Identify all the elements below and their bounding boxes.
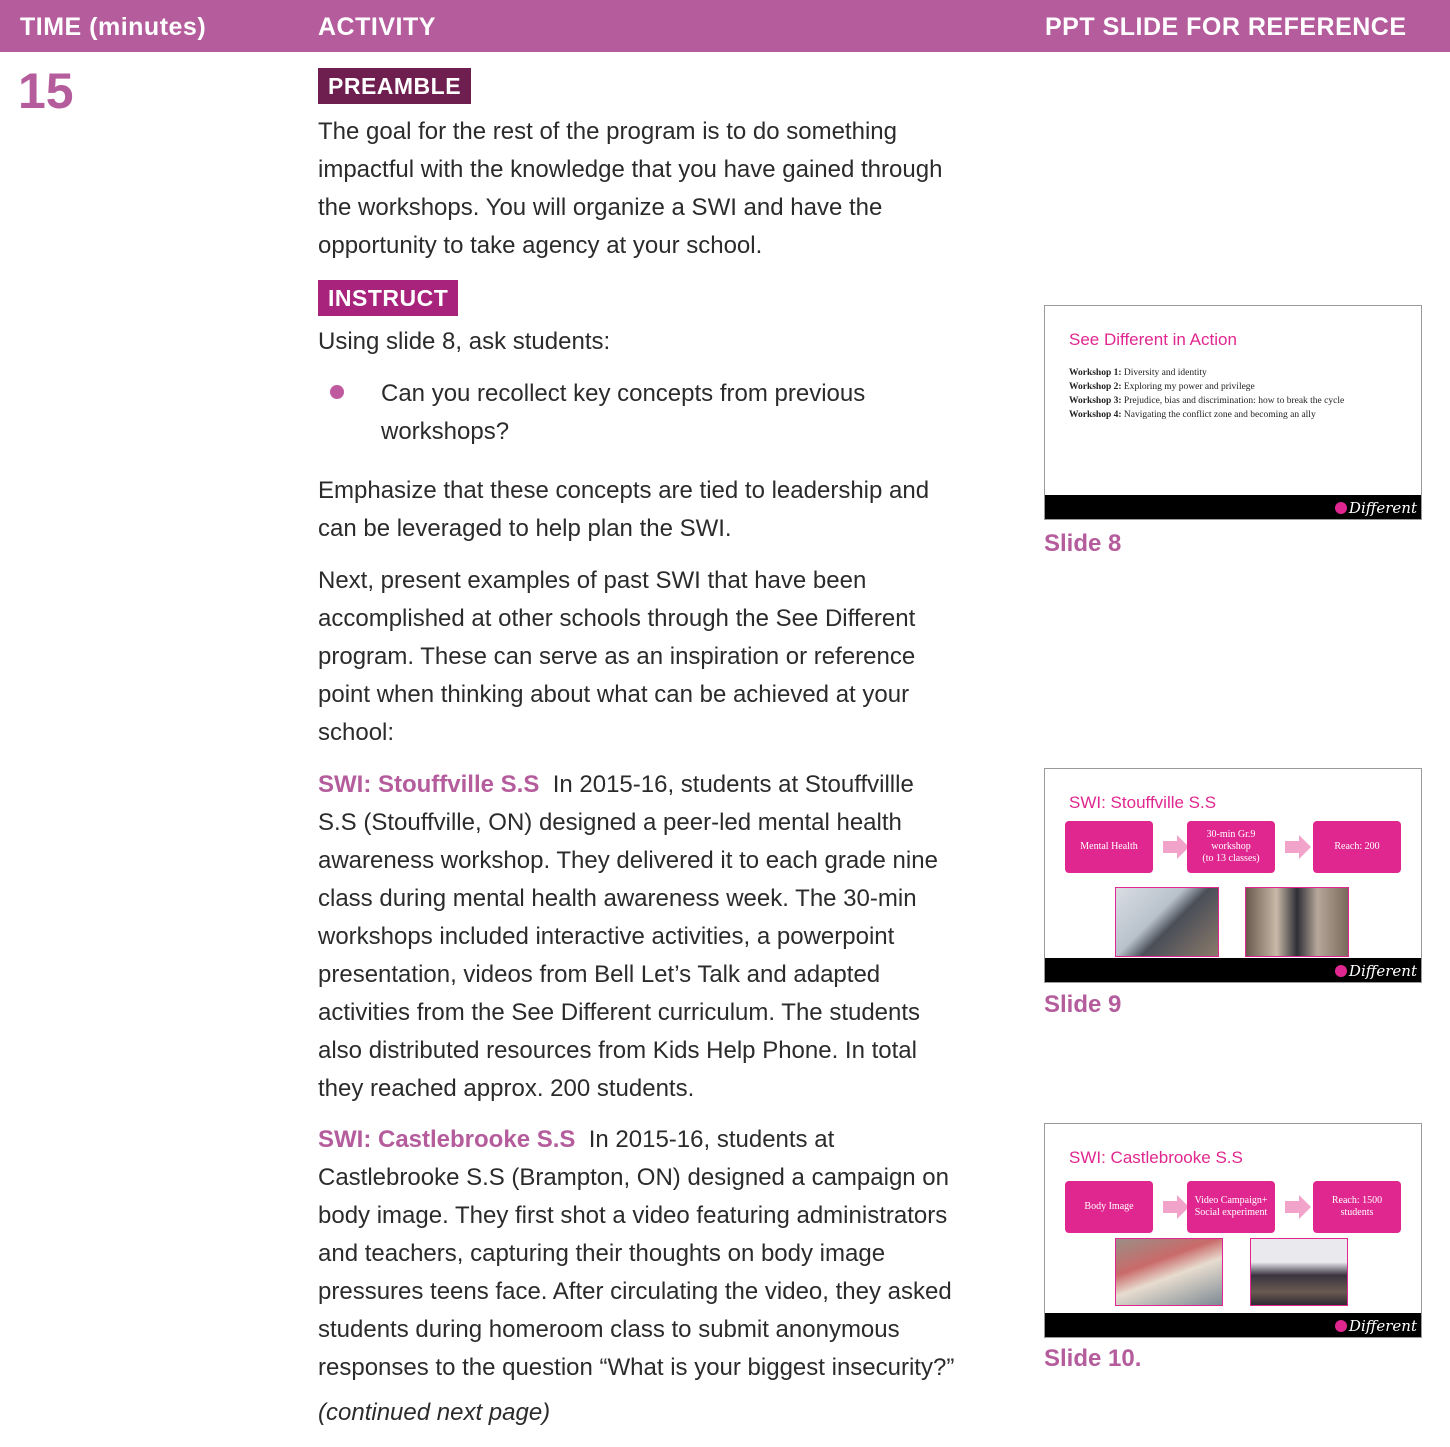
slide-9-title: SWI: Stouffville S.S [1069, 793, 1217, 812]
table-header: TIME (minutes) ACTIVITY PPT SLIDE FOR RE… [0, 0, 1450, 52]
see-different-logo: Different [1334, 962, 1417, 980]
swi-castlebrooke: SWI: Castlebrooke S.S In 2015-16, studen… [318, 1126, 955, 1381]
swi-stouffville-title: SWI: Stouffville S.S [318, 771, 540, 798]
slide-10-title: SWI: Castlebrooke S.S [1069, 1148, 1243, 1167]
slide-9-caption: Slide 9 [1044, 991, 1122, 1018]
flow-box-activity: 30-min Gr.9 workshop (to 13 classes) [1187, 821, 1275, 873]
slide-8-item: Workshop 3: Prejudice, bias and discrimi… [1069, 396, 1345, 406]
instruct-intro: Using slide 8, ask students: [318, 328, 611, 355]
swi-stouffville: SWI: Stouffville S.S In 2015-16, student… [318, 771, 938, 1102]
bullet-dot [330, 385, 344, 399]
slide-8-item: Workshop 1: Diversity and identity [1069, 368, 1207, 378]
group-photo [1250, 1238, 1348, 1306]
students-photo [1245, 887, 1349, 957]
bullet-text: Can you recollect key concepts from prev… [381, 380, 866, 445]
next-text: Next, present examples of past SWI that … [318, 567, 916, 746]
notes-photo [1115, 1238, 1223, 1306]
slide-8-item: Workshop 2: Exploring my power and privi… [1069, 382, 1255, 392]
flow-box-activity: Video Campaign+ Social experiment [1187, 1181, 1275, 1233]
arrow-head-icon [1299, 835, 1311, 859]
see-different-logo: Different [1334, 1317, 1417, 1335]
arrow-icon [1163, 841, 1177, 853]
slide-8-caption: Slide 8 [1044, 530, 1122, 557]
flow-box-reach: Reach: 1500 students [1313, 1181, 1401, 1233]
arrow-head-icon [1299, 1195, 1311, 1219]
slide-footer-bar: Different [1045, 958, 1421, 982]
arrow-icon [1285, 1201, 1299, 1213]
arrow-icon [1285, 841, 1299, 853]
preamble-label: PREAMBLE [318, 68, 472, 104]
header-activity: ACTIVITY [318, 13, 436, 41]
continued-note: (continued next page) [318, 1399, 551, 1426]
slide-10-caption: Slide 10. [1044, 1345, 1142, 1372]
instruct-label: INSTRUCT [318, 280, 459, 316]
arrow-icon [1163, 1201, 1177, 1213]
slide-8-item: Workshop 4: Navigating the conflict zone… [1069, 410, 1316, 420]
slide-footer-bar: Different [1045, 495, 1421, 519]
slide-8-title: See Different in Action [1069, 330, 1237, 349]
time-value: 15 [18, 63, 74, 119]
header-time: TIME (minutes) [20, 13, 207, 41]
slide-footer-bar: Different [1045, 1313, 1421, 1337]
flow-box-reach: Reach: 200 [1313, 821, 1401, 873]
flow-box-topic: Mental Health [1065, 821, 1153, 873]
preamble-text: The goal for the rest of the program is … [318, 118, 943, 259]
slide-8-thumbnail: See Different in Action Workshop 1: Dive… [1044, 305, 1422, 520]
swi-castlebrooke-title: SWI: Castlebrooke S.S [318, 1126, 576, 1153]
emphasize-text: Emphasize that these concepts are tied t… [318, 477, 930, 542]
flow-box-topic: Body Image [1065, 1181, 1153, 1233]
header-ppt: PPT SLIDE FOR REFERENCE [1045, 13, 1407, 41]
slide-10-thumbnail: SWI: Castlebrooke S.S Body Image Video C… [1044, 1123, 1422, 1338]
see-different-logo: Different [1334, 499, 1417, 517]
classroom-photo [1115, 887, 1219, 957]
slide-9-thumbnail: SWI: Stouffville S.S Mental Health 30-mi… [1044, 768, 1422, 983]
